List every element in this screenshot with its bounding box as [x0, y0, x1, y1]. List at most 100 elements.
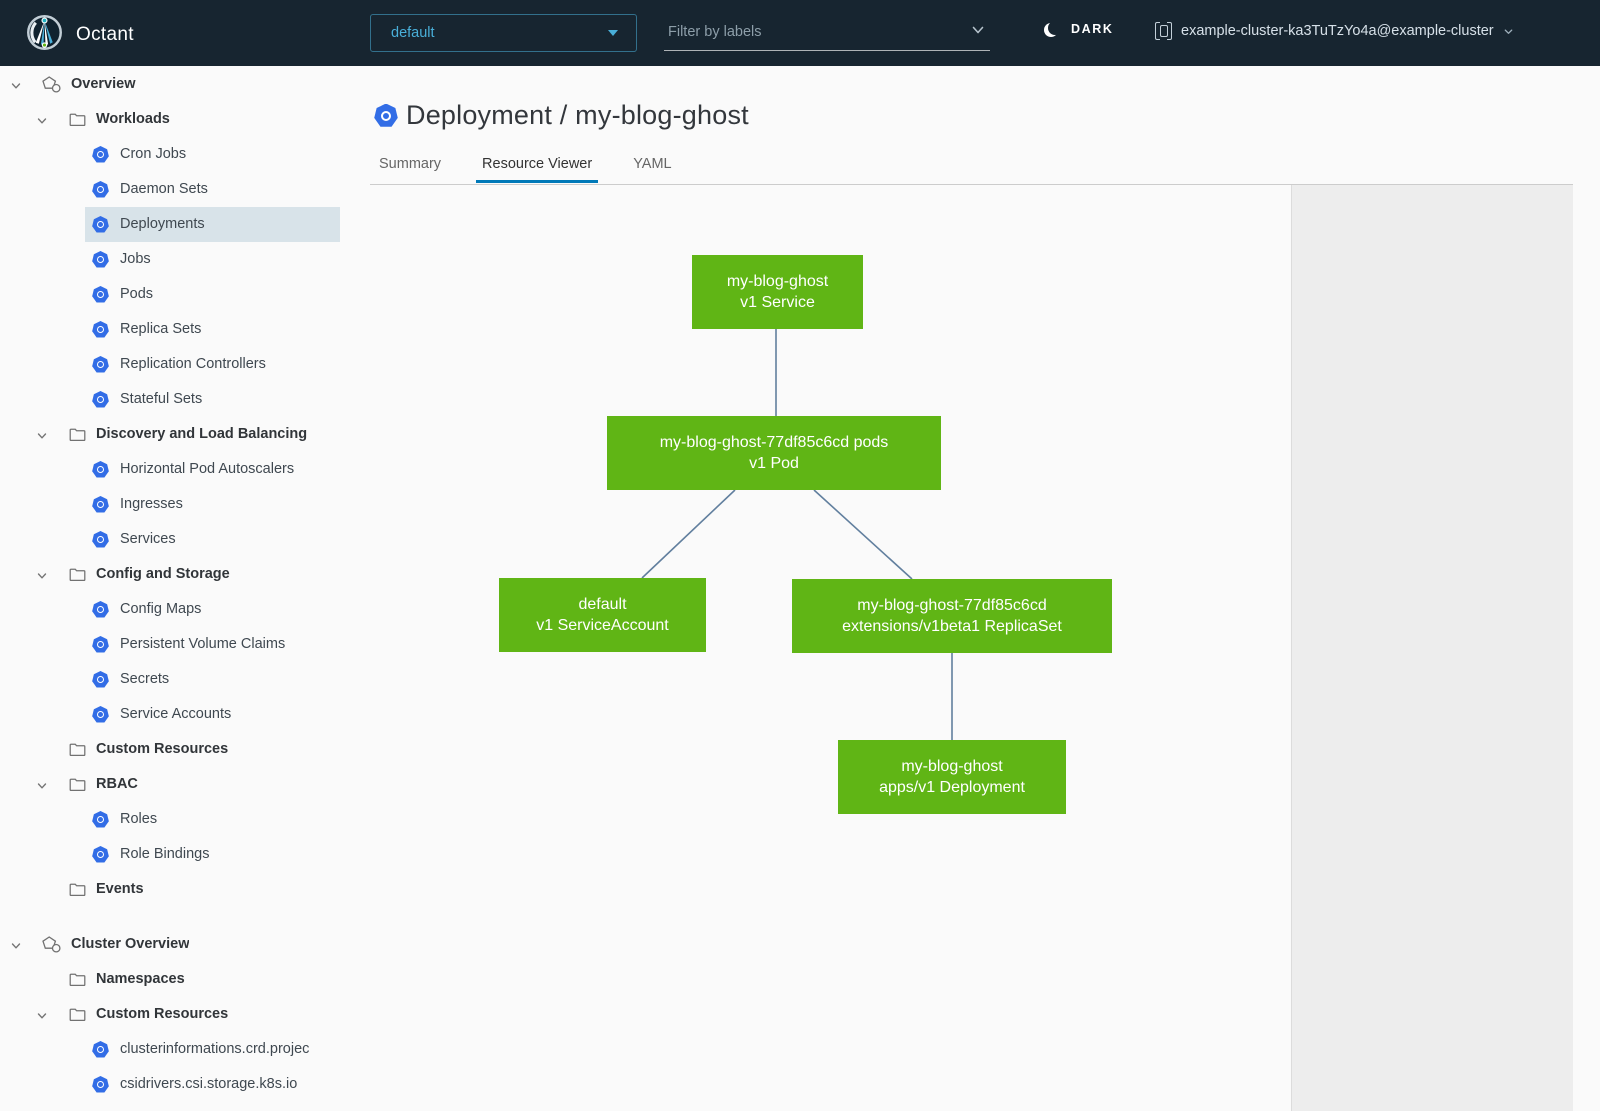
- sidebar-item-label: Pods: [120, 286, 153, 302]
- applications-icon: [42, 76, 62, 98]
- brand[interactable]: Octant: [26, 14, 134, 56]
- tab-yaml[interactable]: YAML: [627, 149, 677, 183]
- page-title: Deployment / my-blog-ghost: [406, 100, 749, 131]
- sidebar-item-label: Events: [96, 881, 144, 897]
- tab-bar: Summary Resource Viewer YAML: [373, 149, 707, 183]
- caret-down-icon: [608, 30, 618, 36]
- sidebar-item-service-accounts[interactable]: Service Accounts: [0, 697, 340, 732]
- sidebar-item-label: Workloads: [96, 111, 170, 127]
- sidebar-item-discovery-and-load-balancing[interactable]: Discovery and Load Balancing: [0, 417, 340, 452]
- top-navbar: Octant default Filter by labels DARK exa…: [0, 0, 1600, 66]
- sidebar-item-label: Ingresses: [120, 496, 183, 512]
- folder-icon: [69, 778, 86, 797]
- deployment-icon: [374, 104, 398, 128]
- sidebar-item-label: Replication Controllers: [120, 356, 266, 372]
- sidebar-item-label: Jobs: [120, 251, 151, 267]
- sidebar-item-label: Secrets: [120, 671, 169, 687]
- cron-jobs-icon: [92, 146, 109, 163]
- dark-theme-toggle[interactable]: DARK: [1048, 22, 1114, 36]
- sidebar-item-config-maps[interactable]: Config Maps: [0, 592, 340, 627]
- sidebar-item-role-bindings[interactable]: Role Bindings: [0, 837, 340, 872]
- folder-icon: [69, 973, 86, 992]
- sidebar-item-label: Discovery and Load Balancing: [96, 426, 307, 442]
- sidebar-item-daemon-sets[interactable]: Daemon Sets: [0, 172, 340, 207]
- sidebar-item-persistent-volume-claims[interactable]: Persistent Volume Claims: [0, 627, 340, 662]
- graph-node-replicaset[interactable]: my-blog-ghost-77df85c6cdextensions/v1bet…: [792, 579, 1112, 653]
- namespace-select[interactable]: default: [370, 14, 637, 52]
- chevron-down-icon[interactable]: [36, 114, 48, 132]
- label-filter-input[interactable]: Filter by labels: [664, 14, 990, 51]
- graph-node-service[interactable]: my-blog-ghostv1 Service: [692, 255, 863, 329]
- chevron-down-icon[interactable]: [10, 79, 22, 97]
- sidebar-item-label: Persistent Volume Claims: [120, 636, 285, 652]
- graph-node-serviceaccount[interactable]: defaultv1 ServiceAccount: [499, 578, 706, 652]
- chevron-down-icon[interactable]: [36, 779, 48, 797]
- cluster-icon: [1155, 22, 1172, 40]
- sidebar-item-clusterinformations-crd-projec[interactable]: clusterinformations.crd.projec: [0, 1032, 340, 1067]
- sidebar-item-label: Service Accounts: [120, 706, 231, 722]
- sidebar-item-custom-resources[interactable]: Custom Resources: [0, 997, 340, 1032]
- sidebar-item-jobs[interactable]: Jobs: [0, 242, 340, 277]
- replication-controllers-icon: [92, 356, 109, 373]
- sidebar-item-label: clusterinformations.crd.projec: [120, 1041, 309, 1057]
- chevron-down-icon[interactable]: [36, 429, 48, 447]
- sidebar-item-replica-sets[interactable]: Replica Sets: [0, 312, 340, 347]
- chevron-down-icon[interactable]: [970, 22, 986, 42]
- sidebar-item-label: Overview: [71, 76, 136, 92]
- sidebar-item-label: Custom Resources: [96, 1006, 228, 1022]
- chevron-down-icon[interactable]: [10, 939, 22, 957]
- sidebar-item-label: Roles: [120, 811, 157, 827]
- stateful-sets-icon: [92, 391, 109, 408]
- deployments-icon: [92, 216, 109, 233]
- sidebar-item-label: csidrivers.csi.storage.k8s.io: [120, 1076, 297, 1092]
- sidebar-item-rbac[interactable]: RBAC: [0, 767, 340, 802]
- sidebar-item-label: Horizontal Pod Autoscalers: [120, 461, 294, 477]
- sidebar-item-label: Services: [120, 531, 176, 547]
- sidebar-item-config-and-storage[interactable]: Config and Storage: [0, 557, 340, 592]
- horizontal-pod-autoscalers-icon: [92, 461, 109, 478]
- sidebar-item-namespaces[interactable]: Namespaces: [0, 962, 340, 997]
- sidebar-item-stateful-sets[interactable]: Stateful Sets: [0, 382, 340, 417]
- graph-node-deployment[interactable]: my-blog-ghostapps/v1 Deployment: [838, 740, 1066, 814]
- graph-node-pods[interactable]: my-blog-ghost-77df85c6cd podsv1 Pod: [607, 416, 941, 490]
- sidebar-item-services[interactable]: Services: [0, 522, 340, 557]
- sidebar-item-roles[interactable]: Roles: [0, 802, 340, 837]
- chevron-down-icon[interactable]: [36, 1009, 48, 1027]
- sidebar-item-ingresses[interactable]: Ingresses: [0, 487, 340, 522]
- sidebar-item-label: Config and Storage: [96, 566, 230, 582]
- custom-resource-definition-icon: [92, 1041, 109, 1058]
- sidebar-item-deployments[interactable]: Deployments: [0, 207, 340, 242]
- namespace-select-value: default: [391, 25, 435, 41]
- service-accounts-icon: [92, 706, 109, 723]
- tab-resource-viewer[interactable]: Resource Viewer: [476, 149, 598, 183]
- ingresses-icon: [92, 496, 109, 513]
- sidebar-item-secrets[interactable]: Secrets: [0, 662, 340, 697]
- roles-icon: [92, 811, 109, 828]
- sidebar-item-custom-resources[interactable]: Custom Resources: [0, 732, 340, 767]
- sidebar-item-csidrivers-csi-storage-k8s-io[interactable]: csidrivers.csi.storage.k8s.io: [0, 1067, 340, 1102]
- sidebar-item-label: Config Maps: [120, 601, 201, 617]
- sidebar-item-label: Stateful Sets: [120, 391, 202, 407]
- cluster-name: example-cluster-ka3TuTzYo4a@example-clus…: [1181, 23, 1494, 39]
- sidebar-item-overview[interactable]: Overview: [0, 67, 340, 102]
- folder-icon: [69, 743, 86, 762]
- chevron-down-icon[interactable]: [36, 569, 48, 587]
- page-header: Deployment / my-blog-ghost: [374, 100, 749, 131]
- sidebar-item-label: Namespaces: [96, 971, 185, 987]
- sidebar-item-cron-jobs[interactable]: Cron Jobs: [0, 137, 340, 172]
- sidebar-item-label: Custom Resources: [96, 741, 228, 757]
- sidebar-item-replication-controllers[interactable]: Replication Controllers: [0, 347, 340, 382]
- custom-resource-definition-icon: [92, 1076, 109, 1093]
- tab-summary[interactable]: Summary: [373, 149, 447, 183]
- sidebar-item-workloads[interactable]: Workloads: [0, 102, 340, 137]
- sidebar-item-label: Cron Jobs: [120, 146, 186, 162]
- dark-theme-label: DARK: [1071, 22, 1114, 36]
- moon-icon: [1048, 21, 1062, 35]
- sidebar-item-horizontal-pod-autoscalers[interactable]: Horizontal Pod Autoscalers: [0, 452, 340, 487]
- sidebar-item-pods[interactable]: Pods: [0, 277, 340, 312]
- app-title: Octant: [76, 24, 134, 46]
- cluster-selector[interactable]: example-cluster-ka3TuTzYo4a@example-clus…: [1155, 22, 1514, 40]
- sidebar-item-cluster-overview[interactable]: Cluster Overview: [0, 927, 340, 962]
- sidebar-item-label: Deployments: [120, 216, 205, 232]
- sidebar-item-events[interactable]: Events: [0, 872, 340, 907]
